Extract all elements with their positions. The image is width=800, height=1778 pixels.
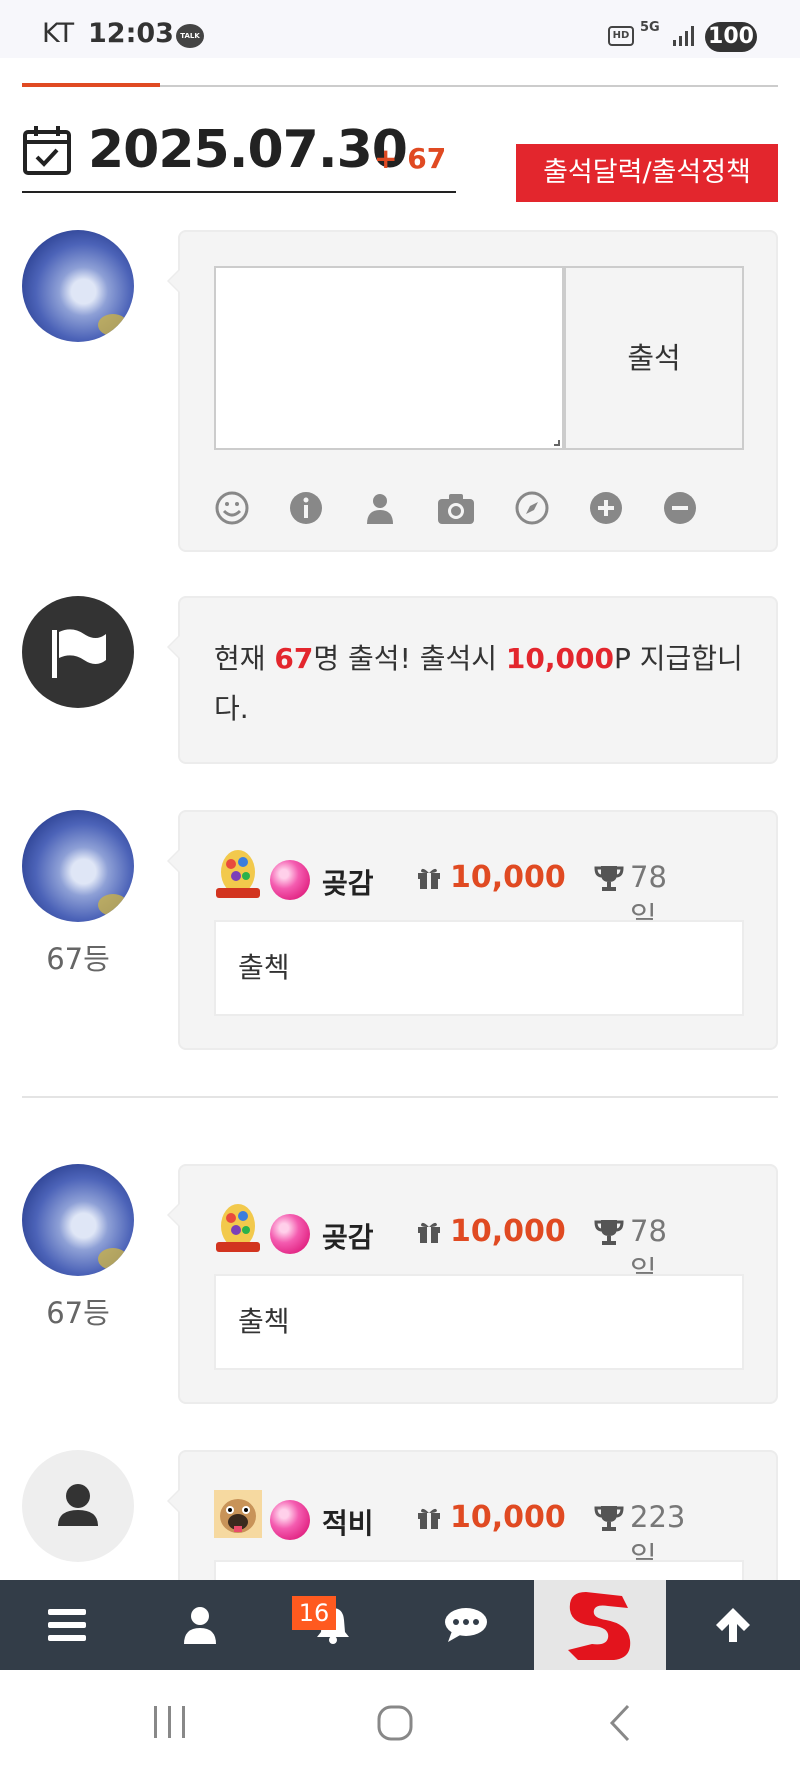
chat-button[interactable] bbox=[399, 1580, 532, 1670]
clock: 12:03 bbox=[88, 18, 174, 49]
hd-voice-icon: HD bbox=[608, 26, 634, 46]
chat-icon bbox=[444, 1608, 487, 1642]
attendance-comment-input[interactable] bbox=[214, 266, 564, 450]
arrow-up-icon bbox=[715, 1608, 750, 1642]
notification-count-badge: 16 bbox=[292, 1596, 336, 1630]
menu-button[interactable] bbox=[0, 1580, 133, 1670]
attendance-date: 2025.07.30 bbox=[88, 120, 408, 180]
trophy-icon bbox=[594, 866, 624, 891]
notice-points: 10,000 bbox=[505, 642, 614, 675]
entry-nickname[interactable]: 곶감 bbox=[322, 1216, 374, 1256]
entry-comment: 출첵 bbox=[214, 920, 744, 1016]
my-avatar bbox=[22, 230, 134, 342]
resize-handle[interactable] bbox=[554, 440, 560, 446]
status-bar: KT 12:03 TALK HD 5G 100 bbox=[0, 0, 800, 58]
entry-rank: 67등 bbox=[46, 1296, 110, 1330]
active-tab-indicator bbox=[22, 83, 160, 87]
site-logo-icon bbox=[568, 1592, 631, 1660]
network-type: 5G bbox=[640, 20, 660, 35]
gift-icon bbox=[418, 1508, 440, 1529]
entry-points: 10,000 bbox=[450, 1500, 566, 1535]
camera-icon[interactable] bbox=[436, 490, 476, 526]
home-icon[interactable] bbox=[376, 1704, 414, 1742]
attendance-entry: 곶감 10,000 78일 출첵 bbox=[167, 1164, 778, 1404]
calendar-icon bbox=[23, 126, 71, 175]
profile-button[interactable] bbox=[133, 1580, 266, 1670]
gift-icon bbox=[418, 868, 440, 889]
entry-rank: 67등 bbox=[46, 942, 110, 976]
compass-icon[interactable] bbox=[514, 490, 550, 526]
candy-level-icon bbox=[270, 1214, 310, 1254]
entry-points: 10,000 bbox=[450, 1214, 566, 1249]
user-icon bbox=[183, 1607, 216, 1644]
site-logo-button[interactable] bbox=[534, 1580, 666, 1670]
attendance-entry: 곶감 10,000 78일 출첵 bbox=[167, 810, 778, 1050]
emoji-icon[interactable] bbox=[214, 490, 250, 526]
bottom-nav: 16 bbox=[0, 1580, 800, 1670]
attendance-notice: 현재 67명 출석! 출석시 10,000P 지급합니다. bbox=[167, 596, 778, 764]
entry-comment: 출첵 bbox=[214, 1274, 744, 1370]
kakaotalk-icon: TALK bbox=[176, 24, 204, 48]
notice-count: 67 bbox=[274, 642, 314, 675]
menu-icon bbox=[47, 1609, 86, 1641]
attendance-count-delta: + 67 bbox=[374, 142, 447, 175]
zoom-out-icon[interactable] bbox=[662, 490, 698, 526]
scroll-top-button[interactable] bbox=[666, 1580, 799, 1670]
trophy-icon bbox=[594, 1506, 624, 1531]
user-tag-icon[interactable] bbox=[362, 490, 398, 526]
candy-level-icon bbox=[270, 860, 310, 900]
entry-nickname[interactable]: 적비 bbox=[322, 1502, 374, 1542]
trophy-icon bbox=[594, 1220, 624, 1245]
carrier-label: KT bbox=[42, 18, 75, 49]
date-underline bbox=[22, 191, 456, 193]
battery-indicator: 100 bbox=[705, 22, 757, 52]
zoom-in-icon[interactable] bbox=[588, 490, 624, 526]
back-icon[interactable] bbox=[606, 1704, 634, 1742]
entry-nickname[interactable]: 곶감 bbox=[322, 862, 374, 902]
gift-icon bbox=[418, 1222, 440, 1243]
attendance-calendar-button[interactable]: 출석달력/출석정책 bbox=[516, 144, 778, 202]
egg-badge-icon bbox=[216, 850, 260, 898]
entry-avatar[interactable] bbox=[22, 810, 134, 922]
notice-middle: 명 출석! 출석시 bbox=[313, 642, 506, 675]
notice-flag-avatar bbox=[22, 596, 134, 708]
flag-icon bbox=[52, 629, 106, 678]
notice-text: 현재 67명 출석! 출석시 10,000P 지급합니다. bbox=[214, 634, 750, 734]
entry-avatar[interactable] bbox=[22, 1450, 134, 1562]
pug-badge-icon bbox=[214, 1490, 262, 1538]
attendance-form: 출석 bbox=[167, 230, 778, 552]
signal-icon bbox=[673, 26, 694, 46]
section-divider bbox=[22, 1096, 778, 1098]
recent-apps-icon[interactable] bbox=[152, 1704, 188, 1740]
entry-points: 10,000 bbox=[450, 860, 566, 895]
candy-level-icon bbox=[270, 1500, 310, 1540]
entry-avatar[interactable] bbox=[22, 1164, 134, 1276]
attend-button[interactable]: 출석 bbox=[564, 266, 744, 450]
egg-badge-icon bbox=[216, 1204, 260, 1252]
system-nav-bar bbox=[0, 1670, 800, 1778]
notice-prefix: 현재 bbox=[214, 642, 275, 675]
info-icon[interactable] bbox=[288, 490, 324, 526]
default-user-icon bbox=[58, 1484, 98, 1526]
